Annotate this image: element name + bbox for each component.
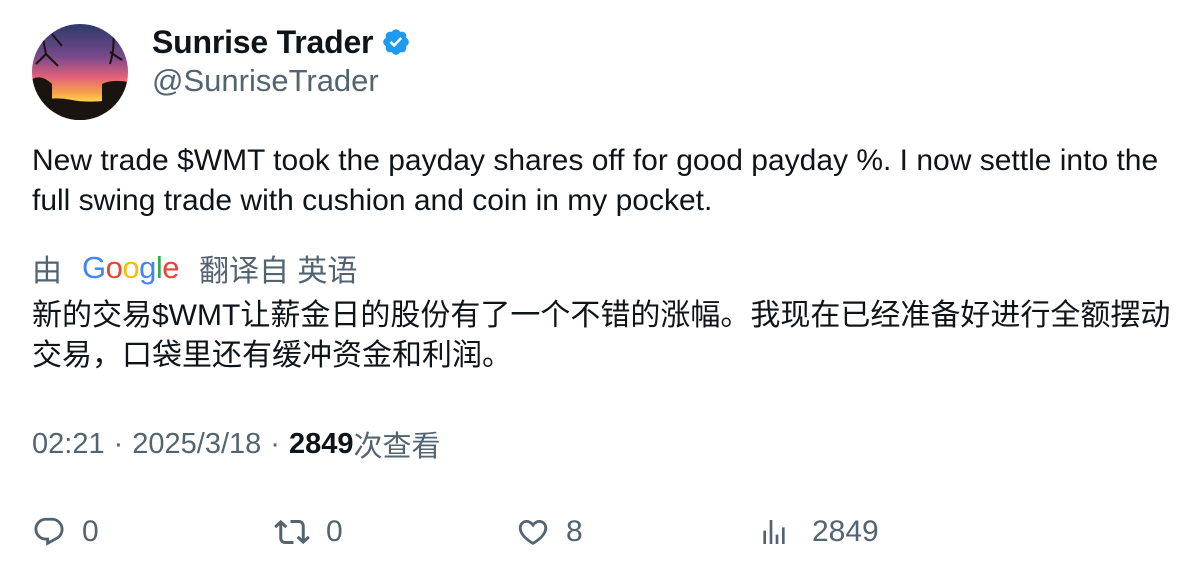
author-name-row: Sunrise Trader — [152, 22, 411, 62]
tweet-date[interactable]: 2025/3/18 — [132, 428, 261, 461]
tweet-time[interactable]: 02:21 — [32, 428, 105, 461]
view-count: 2849 — [288, 427, 354, 460]
reply-icon — [34, 517, 64, 546]
heart-icon — [518, 519, 548, 545]
retweet-button[interactable]: 0 — [274, 512, 343, 552]
analytics-icon — [763, 520, 785, 544]
like-button[interactable]: 8 — [516, 512, 583, 552]
translation-attribution: 由 Google 翻译自 英语 — [32, 247, 357, 289]
avatar-sunset-image — [32, 24, 128, 120]
tweet-meta: 02:21 · 2025/3/18 · 2849 次查看 — [32, 424, 440, 464]
translated-text: 新的交易$WMT让薪金日的股份有了一个不错的涨幅。我现在已经准备好进行全额摆动交… — [32, 299, 1171, 372]
like-count: 8 — [566, 515, 583, 548]
verified-badge-icon[interactable] — [381, 27, 411, 57]
reply-button[interactable]: 0 — [32, 512, 99, 552]
retweet-icon — [274, 519, 310, 545]
display-name[interactable]: Sunrise Trader — [152, 24, 373, 61]
meta-separator: · — [270, 427, 280, 460]
views-label: 次查看 — [353, 431, 441, 463]
tweet-text: New trade $WMT took the payday shares of… — [32, 144, 1159, 217]
author-handle[interactable]: @SunriseTrader — [152, 63, 379, 99]
reply-count: 0 — [82, 515, 99, 548]
views-count: 2849 — [812, 515, 879, 548]
translate-by-label: 由 — [32, 255, 62, 288]
translated-from-label: 翻译自 英语 — [199, 255, 358, 288]
tweet-card: Sunrise Trader @SunriseTrader New trade … — [0, 0, 1196, 578]
avatar[interactable] — [32, 24, 128, 120]
google-logo[interactable]: Google — [82, 250, 180, 286]
views-button[interactable]: 2849 — [758, 512, 879, 552]
retweet-count: 0 — [326, 515, 343, 548]
meta-separator: · — [113, 427, 124, 460]
